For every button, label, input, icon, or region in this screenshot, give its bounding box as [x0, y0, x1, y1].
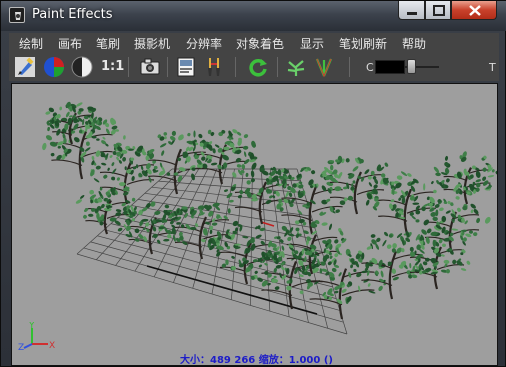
color-label: C [366, 61, 374, 74]
refresh-icon[interactable] [247, 56, 269, 78]
toolbar-separator [235, 57, 236, 77]
z-axis-line [23, 343, 33, 349]
toolbar: 1:1 C T [9, 53, 499, 81]
transparency-label: T [489, 61, 496, 74]
menu-item-camera[interactable]: 摄影机 [134, 35, 170, 52]
toolbar-separator [277, 57, 278, 77]
x-axis-label: X [49, 341, 55, 351]
toolbar-separator [128, 57, 129, 77]
camera-icon[interactable] [139, 56, 161, 78]
one-to-one-button[interactable]: 1:1 [101, 59, 124, 74]
menu-item-stroke-refresh[interactable]: 笔划刷新 [339, 35, 387, 52]
toolbar-separator [167, 57, 168, 77]
menu-item-resolution[interactable]: 分辨率 [186, 35, 222, 52]
menu-item-object-shading[interactable]: 对象着色 [236, 35, 284, 52]
y-axis-label: Y [28, 322, 35, 331]
menu-item-canvas[interactable]: 画布 [58, 35, 82, 52]
maximize-icon [433, 5, 445, 16]
minimize-button[interactable] [398, 1, 425, 20]
tree [42, 116, 126, 180]
grid-origin-marker [260, 221, 275, 227]
grass-brush-icon[interactable] [313, 56, 335, 78]
color-swatch[interactable] [375, 60, 405, 74]
tree [265, 166, 357, 235]
menu-item-brush[interactable]: 笔刷 [96, 35, 120, 52]
title-bar[interactable]: Paint Effects [1, 1, 506, 31]
tree [433, 151, 497, 205]
paint-canvas-viewport[interactable]: Y X Z 大小：489 266 缩放：1.000 () [11, 83, 498, 366]
window-title: Paint Effects [32, 7, 113, 22]
app-icon [9, 7, 25, 23]
tree [348, 231, 439, 300]
menu-item-display[interactable]: 显示 [300, 35, 324, 52]
paint-brush-icon[interactable] [14, 56, 36, 78]
render-panel-icon[interactable] [175, 56, 197, 78]
color-slider-thumb[interactable] [407, 59, 416, 74]
close-icon [469, 5, 481, 16]
tree-brush-icon[interactable] [285, 56, 307, 78]
viewport-status-text: 大小：489 266 缩放：1.000 () [180, 355, 333, 366]
menu-item-draw[interactable]: 绘制 [19, 35, 43, 52]
menu-bar: 绘制 画布 笔刷 摄影机 分辨率 对象着色 显示 笔划刷新 帮助 [9, 33, 499, 53]
tree [365, 171, 449, 235]
scene-render [42, 101, 497, 335]
maximize-button[interactable] [425, 1, 451, 20]
z-axis-label: Z [18, 343, 24, 353]
half-sphere-icon[interactable] [71, 56, 93, 78]
minimize-icon [407, 12, 417, 15]
axis-gizmo: Y X Z [18, 322, 55, 353]
toolbar-separator [349, 57, 350, 77]
brush-pair-icon[interactable] [203, 56, 225, 78]
paint-effects-window: Paint Effects 绘制 画布 笔刷 摄影机 分辨率 对象着色 显示 笔… [0, 0, 506, 367]
menu-item-help[interactable]: 帮助 [402, 35, 426, 52]
close-button[interactable] [451, 1, 497, 20]
color-sphere-icon[interactable] [43, 56, 65, 78]
